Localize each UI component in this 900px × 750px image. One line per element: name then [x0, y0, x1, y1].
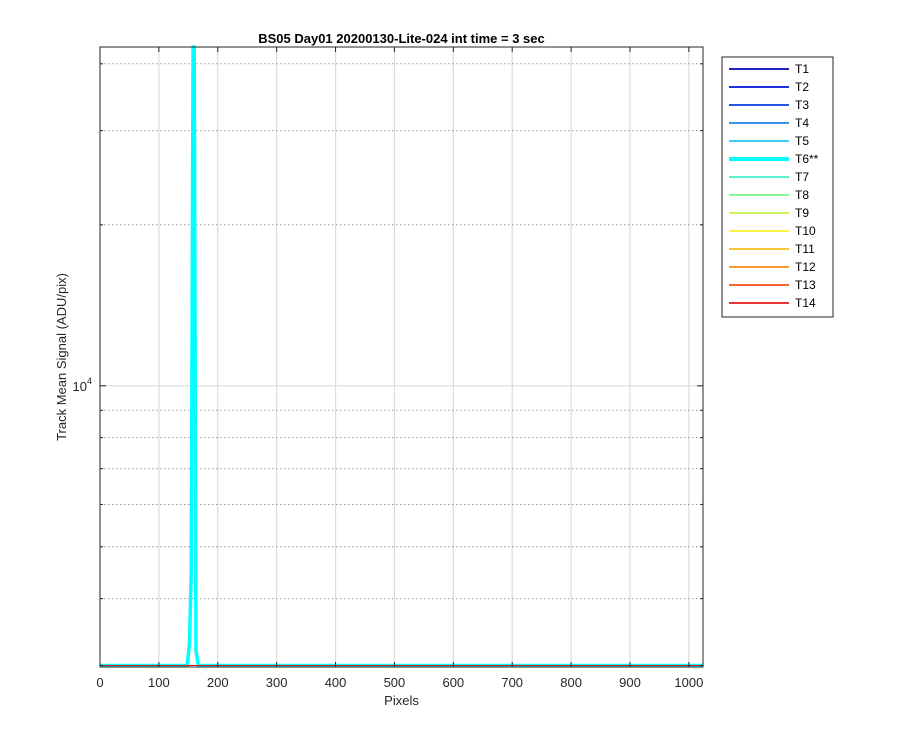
x-tick-label: 700 — [501, 675, 523, 690]
x-tick-label: 900 — [619, 675, 641, 690]
legend: T1 T2 T3 T4 T5 T6** T7 T8 T9 T10 T11 T12 T13 T14 — [721, 56, 834, 318]
legend-box — [721, 56, 834, 318]
legend-entry: T10 — [795, 224, 816, 238]
x-tick-label: 800 — [560, 675, 582, 690]
x-tick-label: 600 — [442, 675, 464, 690]
x-tick-label: 400 — [325, 675, 347, 690]
x-tick-label: 0 — [96, 675, 103, 690]
legend-entry: T6** — [795, 152, 819, 166]
legend-entry: T2 — [795, 80, 809, 94]
chart-title: BS05 Day01 20200130-Lite-024 int time = … — [258, 31, 545, 46]
x-tick-label: 100 — [148, 675, 170, 690]
y-axis-label: Track Mean Signal (ADU/pix) — [54, 273, 69, 441]
legend-entry: T14 — [795, 296, 816, 310]
legend-entry: T11 — [795, 242, 815, 256]
legend-entry: T3 — [795, 98, 809, 112]
legend-entry: T5 — [795, 134, 809, 148]
legend-entry: T9 — [795, 206, 809, 220]
legend-entry: T13 — [795, 278, 816, 292]
x-tick-label: 300 — [266, 675, 288, 690]
legend-entry: T7 — [795, 170, 809, 184]
legend-entry: T12 — [795, 260, 816, 274]
legend-entry: T4 — [795, 116, 809, 130]
x-tick-label: 200 — [207, 675, 229, 690]
x-axis-label: Pixels — [384, 693, 419, 708]
x-tick-label: 500 — [384, 675, 406, 690]
x-tick-label: 1000 — [674, 675, 703, 690]
legend-entry: T8 — [795, 188, 809, 202]
legend-entry: T1 — [795, 62, 809, 76]
chart: 0 100 200 300 400 500 600 700 800 900 1000104 BS05… — [0, 0, 900, 750]
